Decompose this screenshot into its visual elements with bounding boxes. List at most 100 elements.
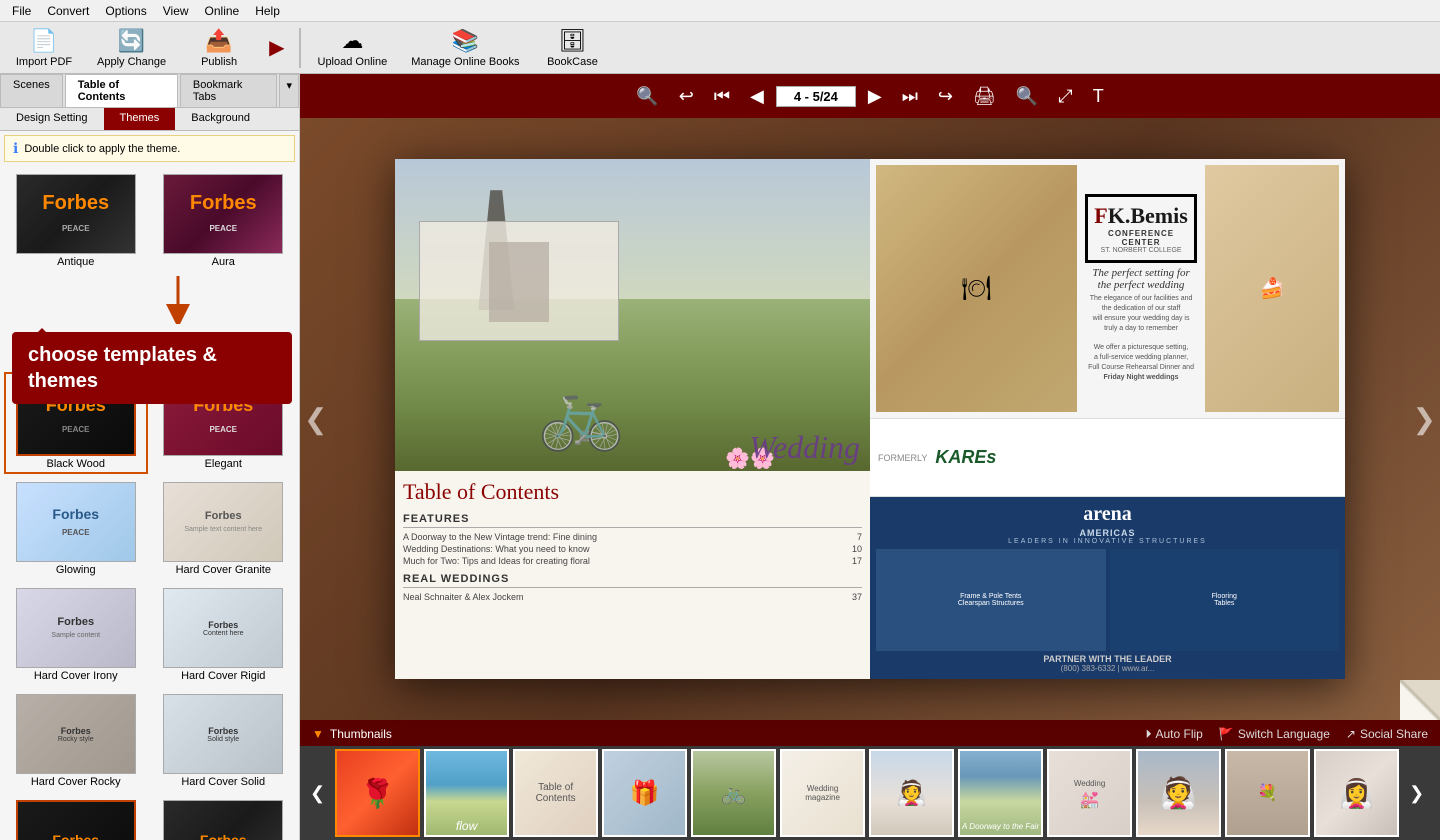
import-pdf-button[interactable]: 📄 Import PDF	[4, 23, 84, 73]
menu-convert[interactable]: Convert	[39, 2, 97, 20]
text-button[interactable]: T	[1085, 82, 1112, 111]
apply-change-button[interactable]: 🔄 Apply Change	[86, 23, 177, 73]
social-share-icon: ↗	[1346, 727, 1356, 741]
theme-hardcover-solid-label: Hard Cover Solid	[181, 776, 265, 788]
theme-extra-1[interactable]: Forbes	[4, 796, 148, 840]
search-button[interactable]: 🔍	[1008, 82, 1046, 111]
thumbnail-12[interactable]: 👰‍♀️	[1314, 749, 1399, 837]
themes-grid: ForbesPEACE Antique ForbesPEACE Aura cho…	[0, 166, 299, 840]
theme-elegant-label: Elegant	[205, 458, 242, 470]
theme-hardcover-rocky-thumb: Forbes Rocky style	[16, 694, 136, 774]
upload-online-button[interactable]: ☁ Upload Online	[307, 23, 399, 73]
tab-themes[interactable]: Themes	[104, 108, 176, 130]
thumbnails-arrow-icon: ▼	[312, 727, 324, 741]
theme-antique-thumb: ForbesPEACE	[16, 174, 136, 254]
zoom-in-button[interactable]: 🔍	[628, 82, 666, 111]
thumbnail-11[interactable]: 💐	[1225, 749, 1310, 837]
tab-bookmark-tabs[interactable]: Bookmark Tabs	[180, 74, 278, 107]
tab-table-of-contents[interactable]: Table of Contents	[65, 74, 178, 107]
theme-hardcover-solid[interactable]: Forbes Solid style Hard Cover Solid	[152, 690, 296, 792]
thumbnail-9[interactable]: Wedding 💒	[1047, 749, 1132, 837]
toolbar-arrow[interactable]: ▶	[261, 35, 292, 60]
theme-hardcover-solid-thumb: Forbes Solid style	[163, 694, 283, 774]
book-nav-left[interactable]: ❮	[304, 403, 327, 436]
manage-online-icon: 📚	[452, 28, 479, 54]
theme-aura[interactable]: ForbesPEACE Aura	[152, 170, 296, 272]
themes-row-3: ForbesPEACE Glowing Forbes Sample text c…	[4, 478, 295, 580]
thumbnail-7[interactable]: 👰	[869, 749, 954, 837]
thumbnail-5[interactable]: 🚲	[691, 749, 776, 837]
manage-online-button[interactable]: 📚 Manage Online Books	[400, 23, 530, 73]
menu-help[interactable]: Help	[247, 2, 288, 20]
last-page-button[interactable]: ⏭	[894, 82, 926, 111]
bookcase-icon: 🗄	[558, 28, 586, 54]
tab-design-setting[interactable]: Design Setting	[0, 108, 104, 130]
next-page-button[interactable]: ▶	[860, 82, 890, 111]
auto-flip-control[interactable]: ⏵ Auto Flip	[1145, 727, 1202, 742]
separator-1	[299, 28, 301, 68]
tab-dropdown[interactable]: ▾	[279, 74, 299, 107]
forward-button[interactable]: ↪	[930, 82, 961, 111]
bookcase-button[interactable]: 🗄 BookCase	[532, 23, 612, 73]
toc-features-header: FEATURES	[403, 513, 862, 528]
menu-options[interactable]: Options	[97, 2, 154, 20]
thumbnail-3[interactable]: Table of Contents	[513, 749, 598, 837]
thumbnail-10[interactable]: 👰	[1136, 749, 1221, 837]
page-display: 4 - 5/24	[776, 86, 856, 107]
menu-online[interactable]: Online	[197, 2, 248, 20]
toc-section-features: FEATURES A Doorway to the New Vintage tr…	[403, 513, 862, 567]
theme-hardcover-rigid[interactable]: Forbes Content here Hard Cover Rigid	[152, 584, 296, 686]
theme-hardcover-rocky[interactable]: Forbes Rocky style Hard Cover Rocky	[4, 690, 148, 792]
theme-hardcover-irony-label: Hard Cover Irony	[34, 670, 118, 682]
menu-file[interactable]: File	[4, 2, 39, 20]
apply-change-icon: 🔄	[118, 28, 145, 54]
theme-blackwood-label: Black Wood	[47, 458, 106, 470]
theme-hardcover-granite[interactable]: Forbes Sample text content here Hard Cov…	[152, 478, 296, 580]
switch-language-control[interactable]: 🚩 Switch Language	[1219, 727, 1330, 741]
theme-hardcover-rocky-label: Hard Cover Rocky	[31, 776, 121, 788]
thumbnail-4[interactable]: 🎁	[602, 749, 687, 837]
wedding-overlay-text: Wedding	[749, 429, 860, 466]
tooltip-arrow	[158, 274, 198, 324]
theme-glowing-thumb: ForbesPEACE	[16, 482, 136, 562]
nav-bar: 🔍 ↩ ⏮ ◀ 4 - 5/24 ▶ ⏭ ↪ 🖨 🔍 ⤢ T	[300, 74, 1440, 118]
menu-view[interactable]: View	[155, 2, 197, 20]
thumbnail-8[interactable]: A Doorway to the Fair	[958, 749, 1043, 837]
theme-antique[interactable]: ForbesPEACE Antique	[4, 170, 148, 272]
tab-background[interactable]: Background	[175, 108, 266, 130]
print-button[interactable]: 🖨	[965, 82, 1004, 111]
thumbnail-2[interactable]: flow	[424, 749, 509, 837]
import-pdf-icon: 📄	[30, 28, 57, 54]
theme-extra-2[interactable]: Forbes	[152, 796, 296, 840]
toc-item-1: A Doorway to the New Vintage trend: Fine…	[403, 531, 862, 543]
publish-button[interactable]: 📤 Publish	[179, 23, 259, 73]
toc-title: Table of Contents	[403, 479, 862, 505]
themes-row-1: ForbesPEACE Antique ForbesPEACE Aura	[4, 170, 295, 272]
fullscreen-button[interactable]: ⤢	[1050, 82, 1080, 111]
info-icon: ℹ	[13, 140, 18, 157]
theme-hardcover-granite-label: Hard Cover Granite	[176, 564, 271, 576]
theme-antique-label: Antique	[57, 256, 94, 268]
social-share-control[interactable]: ↗ Social Share	[1346, 727, 1428, 741]
info-bar: ℹ Double click to apply the theme.	[4, 135, 295, 162]
theme-hardcover-irony[interactable]: Forbes Sample content Hard Cover Irony	[4, 584, 148, 686]
first-page-button[interactable]: ⏮	[706, 82, 738, 111]
theme-extra-1-thumb: Forbes	[16, 800, 136, 840]
back-button[interactable]: ↩	[671, 82, 702, 111]
thumbnails-controls: ⏵ Auto Flip 🚩 Switch Language ↗ Social S…	[1145, 727, 1428, 742]
themes-row-5: Forbes Rocky style Hard Cover Rocky Forb…	[4, 690, 295, 792]
thumb-next[interactable]: ❯	[1403, 783, 1430, 804]
thumbnail-6[interactable]: Weddingmagazine	[780, 749, 865, 837]
theme-glowing[interactable]: ForbesPEACE Glowing	[4, 478, 148, 580]
theme-hardcover-rigid-label: Hard Cover Rigid	[181, 670, 265, 682]
main-container: Scenes Table of Contents Bookmark Tabs ▾…	[0, 74, 1440, 840]
themes-row-4: Forbes Sample content Hard Cover Irony F…	[4, 584, 295, 686]
theme-aura-thumb: ForbesPEACE	[163, 174, 283, 254]
prev-page-button[interactable]: ◀	[742, 82, 772, 111]
thumbnail-1[interactable]: 🌹	[335, 749, 420, 837]
theme-glowing-label: Glowing	[56, 564, 96, 576]
right-content: 🔍 ↩ ⏮ ◀ 4 - 5/24 ▶ ⏭ ↪ 🖨 🔍 ⤢ T ❮	[300, 74, 1440, 840]
tab-scenes[interactable]: Scenes	[0, 74, 63, 107]
thumb-prev[interactable]: ❮	[304, 783, 331, 804]
book-nav-right[interactable]: ❯	[1413, 403, 1436, 436]
